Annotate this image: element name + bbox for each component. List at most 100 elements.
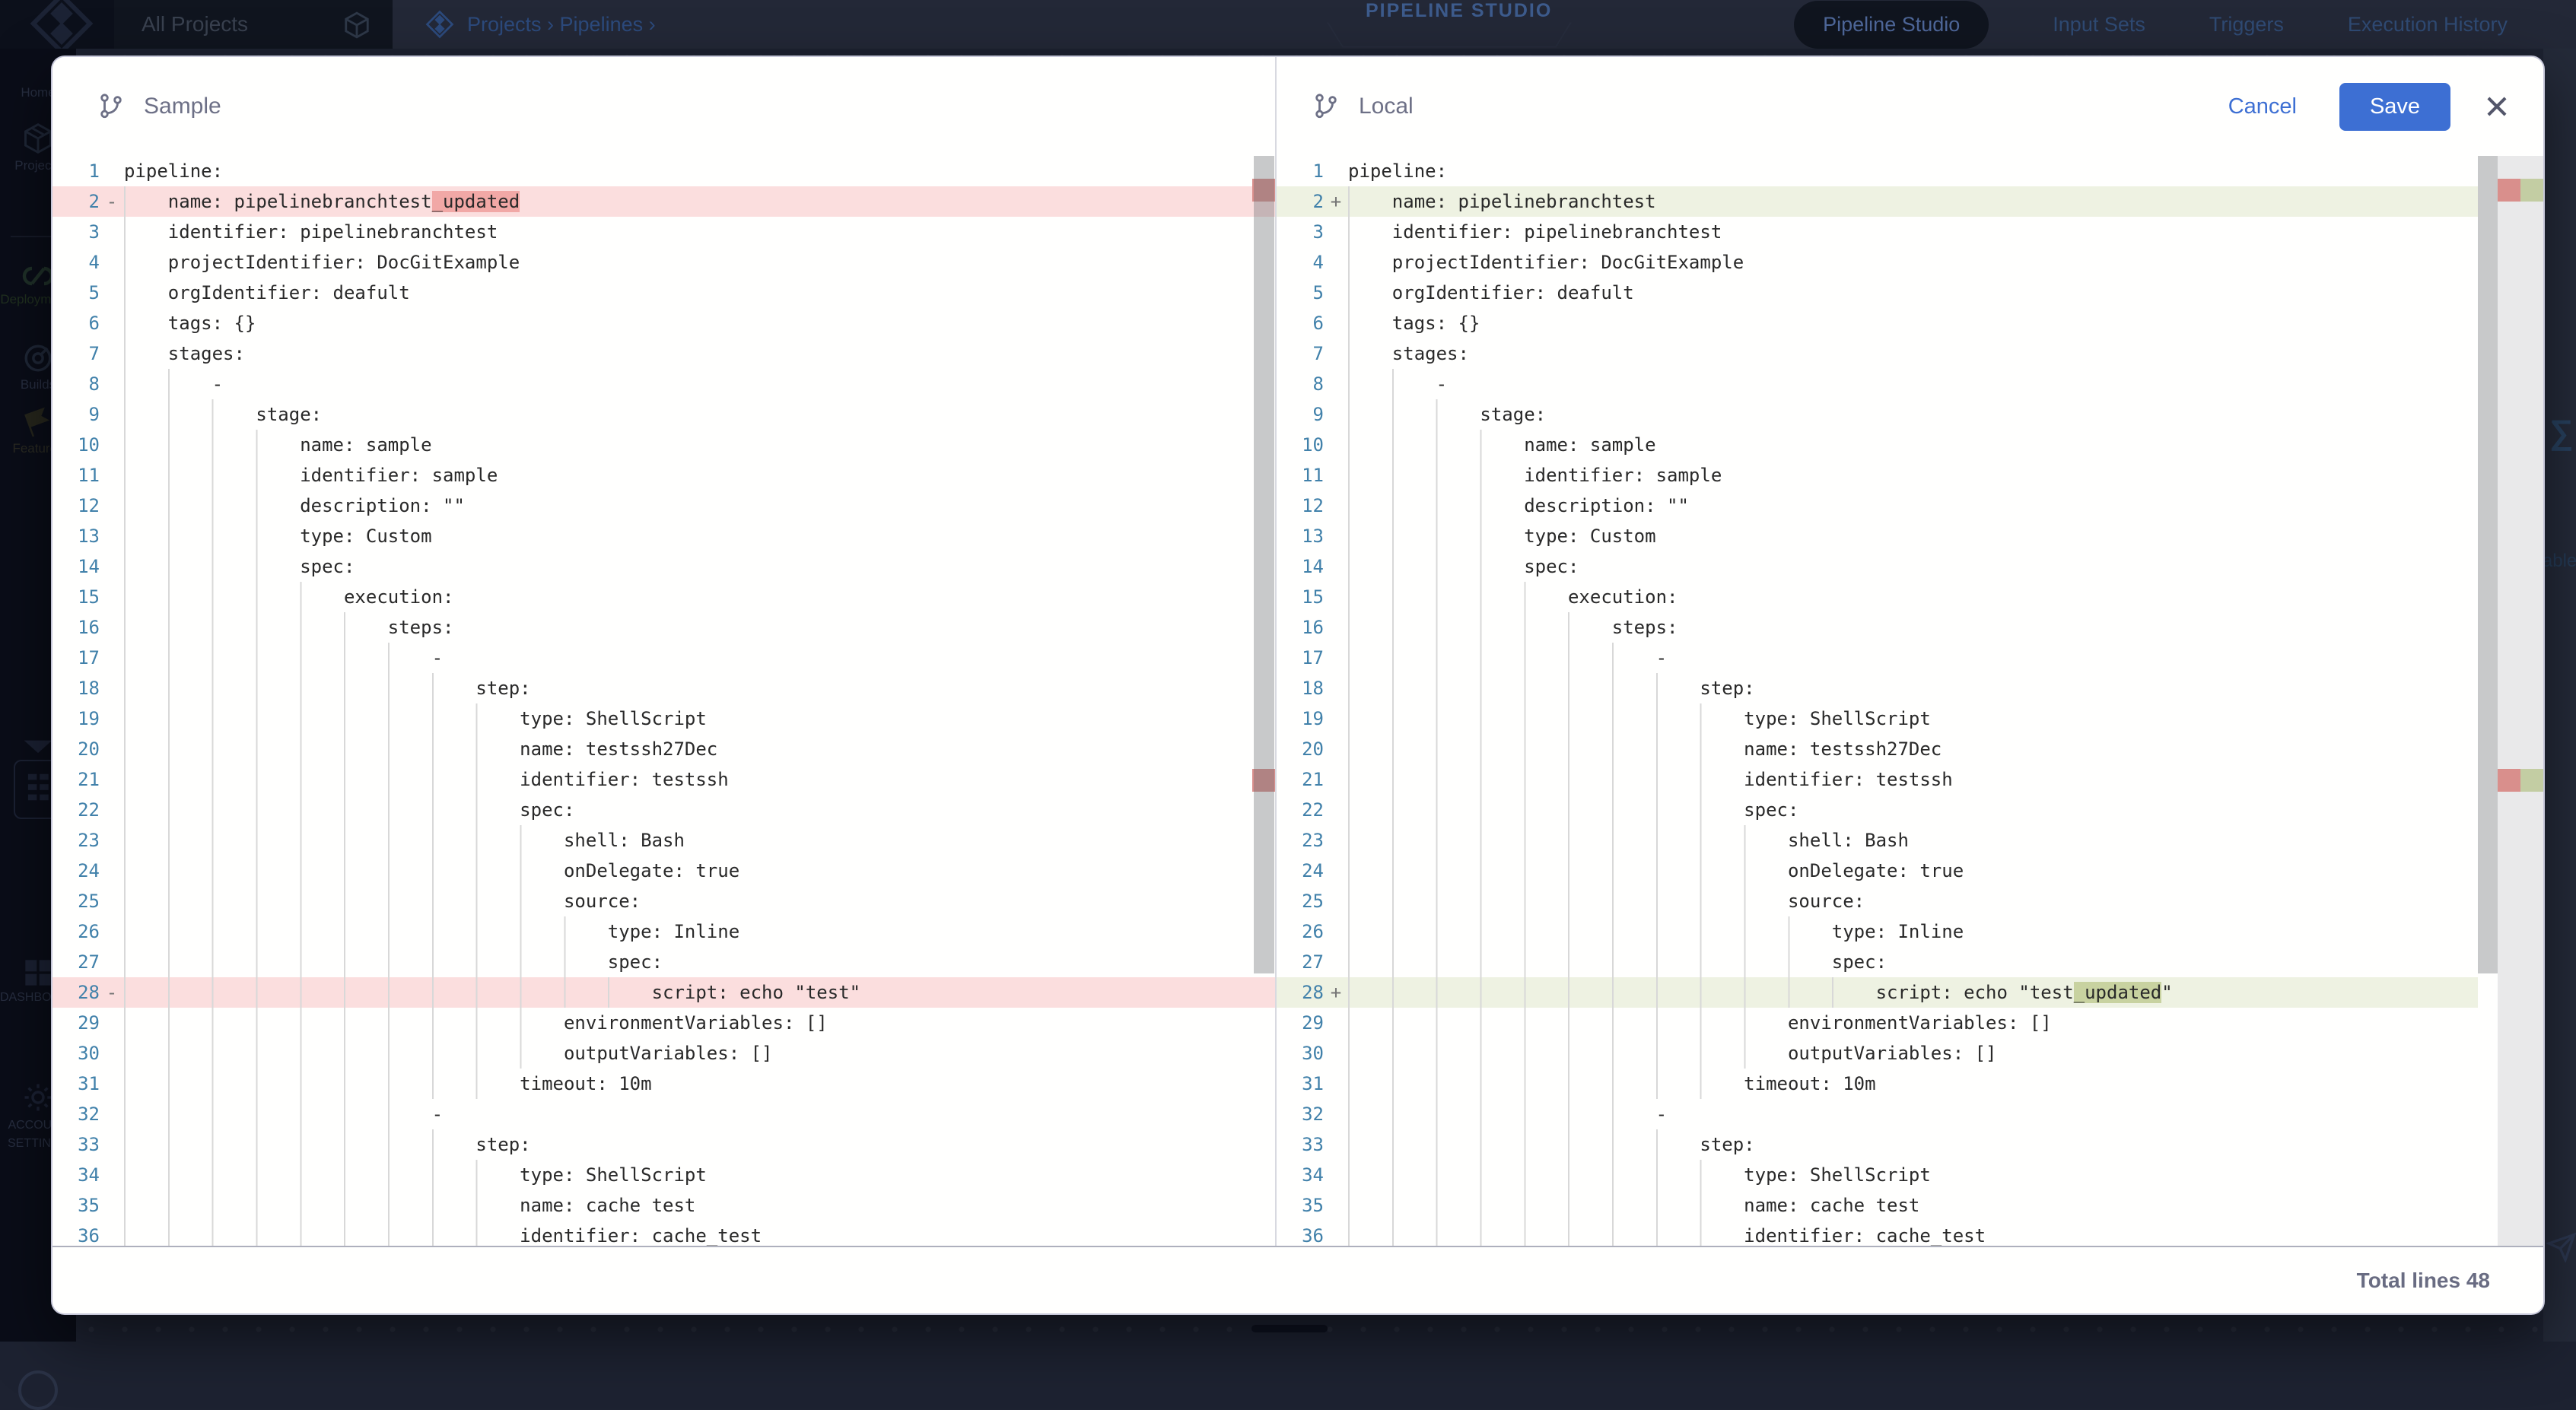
- original-code-pane[interactable]: 1pipeline:2- name: pipelinebranchtest_up…: [52, 156, 1275, 1246]
- diff-sign: [1324, 825, 1348, 856]
- diff-sign: [100, 338, 124, 369]
- diff-sign: [1324, 1221, 1348, 1246]
- code-text: environmentVariables: []: [124, 1008, 828, 1038]
- line-number: 12: [1277, 491, 1324, 521]
- top-navigation-bar: All Projects Projects › Pipelines › PIPE…: [0, 0, 2576, 49]
- breadcrumb-text: Projects › Pipelines ›: [467, 13, 656, 37]
- indent-guides: [124, 825, 523, 856]
- indent-guides: [124, 673, 434, 703]
- run-pipeline-icon[interactable]: [2546, 1232, 2576, 1262]
- code-line-14: 14 spec:: [52, 551, 1275, 582]
- diff-sign: [1324, 156, 1348, 186]
- line-number: 23: [1277, 825, 1324, 856]
- line-number: 3: [52, 217, 100, 247]
- indent-guides: [124, 1069, 479, 1099]
- code-text: onDelegate: true: [124, 856, 739, 886]
- code-text: execution:: [1348, 582, 1678, 612]
- code-text: name: sample: [124, 430, 432, 460]
- indent-guides: [124, 460, 259, 491]
- code-text: -: [124, 369, 223, 399]
- code-text: type: ShellScript: [124, 1160, 707, 1190]
- indent-guides: [1348, 1008, 1747, 1038]
- diff-sign: [1324, 795, 1348, 825]
- code-text: execution:: [124, 582, 453, 612]
- indent-guides: [1348, 308, 1350, 338]
- indent-guides: [124, 186, 126, 217]
- code-line-4: 4 projectIdentifier: DocGitExample: [52, 247, 1275, 278]
- code-line-23: 23 shell: Bash: [1277, 825, 2478, 856]
- indent-guides: [1348, 369, 1395, 399]
- word-diff-highlight: _updated: [2074, 982, 2162, 1003]
- code-text: onDelegate: true: [1348, 856, 1964, 886]
- code-line-7: 7 stages:: [52, 338, 1275, 369]
- tab-triggers[interactable]: Triggers: [2209, 13, 2284, 37]
- indent-guides: [1348, 643, 1614, 673]
- diff-sign: [1324, 308, 1348, 338]
- line-number: 17: [52, 643, 100, 673]
- line-number: 6: [1277, 308, 1324, 338]
- line-number: 6: [52, 308, 100, 338]
- project-selector[interactable]: All Projects: [114, 0, 393, 49]
- line-number: 35: [52, 1190, 100, 1221]
- code-line-6: 6 tags: {}: [1277, 308, 2478, 338]
- save-button[interactable]: Save: [2339, 83, 2450, 131]
- diff-sign: [100, 430, 124, 460]
- indent-guides: [124, 491, 259, 521]
- code-line-31: 31 timeout: 10m: [1277, 1069, 2478, 1099]
- code-line-8: 8 -: [52, 369, 1275, 399]
- tab-execution-history[interactable]: Execution History: [2348, 13, 2508, 37]
- modified-code-pane[interactable]: 1pipeline:2+ name: pipelinebranchtest3 i…: [1277, 156, 2478, 1246]
- code-line-32: 32 -: [52, 1099, 1275, 1129]
- code-line-12: 12 description: "": [1277, 491, 2478, 521]
- line-number: 1: [1277, 156, 1324, 186]
- close-icon[interactable]: [2482, 90, 2516, 123]
- diff-sign: [100, 795, 124, 825]
- tab-input-sets[interactable]: Input Sets: [2053, 13, 2145, 37]
- indent-guides: [1348, 247, 1350, 278]
- code-text: description: "": [1348, 491, 1689, 521]
- diff-sign: [100, 399, 124, 430]
- right-overview-ruler: [2498, 156, 2543, 1246]
- code-line-25: 25 source:: [52, 886, 1275, 916]
- code-line-21: 21 identifier: testssh: [1277, 764, 2478, 795]
- line-number: 10: [1277, 430, 1324, 460]
- diff-sign: [1324, 1069, 1348, 1099]
- user-avatar[interactable]: [18, 1370, 58, 1410]
- code-text: pipeline:: [1348, 156, 1447, 186]
- code-line-24: 24 onDelegate: true: [52, 856, 1275, 886]
- left-scrollbar-thumb[interactable]: [1254, 156, 1274, 973]
- code-text: shell: Bash: [124, 825, 685, 856]
- diff-sign: [1324, 886, 1348, 916]
- left-pane-title-text: Sample: [144, 94, 221, 119]
- diff-sign: [100, 582, 124, 612]
- code-line-34: 34 type: ShellScript: [52, 1160, 1275, 1190]
- breadcrumb[interactable]: Projects › Pipelines ›: [425, 0, 656, 49]
- indent-guides: [124, 278, 126, 308]
- indent-guides: [124, 947, 566, 977]
- diff-sign: [100, 247, 124, 278]
- chevron-down-icon[interactable]: [21, 737, 55, 755]
- code-line-20: 20 name: testssh27Dec: [52, 734, 1275, 764]
- indent-guides: [124, 886, 523, 916]
- code-line-26: 26 type: Inline: [1277, 916, 2478, 947]
- code-text: identifier: testssh: [124, 764, 729, 795]
- diff-sign: [1324, 582, 1348, 612]
- right-scrollbar-thumb[interactable]: [2478, 156, 2498, 973]
- line-number: 31: [52, 1069, 100, 1099]
- diff-sign: [100, 460, 124, 491]
- project-cube-icon: [342, 11, 371, 40]
- cancel-button[interactable]: Cancel: [2228, 94, 2297, 119]
- line-number: 5: [52, 278, 100, 308]
- modal-footer: Total lines 48: [52, 1246, 2543, 1313]
- indent-guides: [1348, 977, 1834, 1008]
- tab-pipeline-studio[interactable]: Pipeline Studio: [1794, 1, 1989, 49]
- modal-header: Sample Local Cancel Save: [52, 57, 2543, 156]
- indent-guides: [124, 1129, 434, 1160]
- code-text: source:: [124, 886, 641, 916]
- diff-sign: -: [100, 186, 124, 217]
- git-branch-icon: [1313, 94, 1339, 119]
- code-line-11: 11 identifier: sample: [1277, 460, 2478, 491]
- variables-sigma-icon[interactable]: ∑: [2549, 414, 2573, 452]
- indent-guides: [124, 1190, 479, 1221]
- code-text: step:: [1348, 673, 1755, 703]
